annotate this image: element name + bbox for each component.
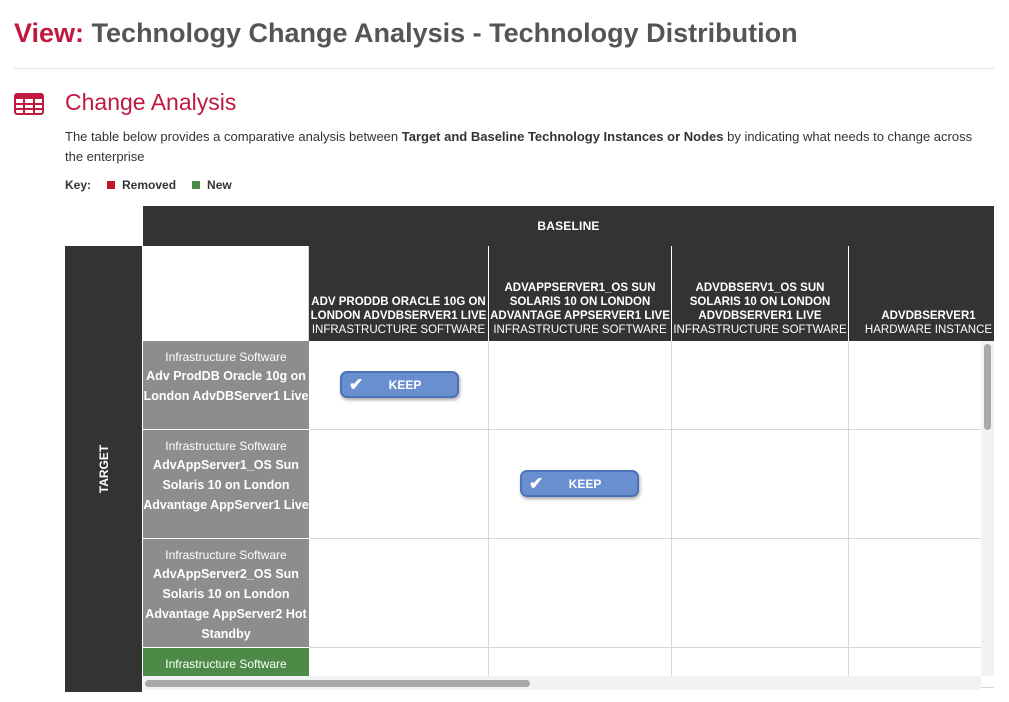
title-divider <box>14 68 994 69</box>
row-name: AdvAppServer1_OS Sun Solaris 10 on Londo… <box>143 458 309 512</box>
column-header-adv-proddb-oracle-10g-on-london-advdbserver1-live: Adv ProdDB Oracle 10g on London AdvDBSer… <box>309 246 489 341</box>
matrix-cell <box>849 341 994 430</box>
page-title: View: Technology Change Analysis - Techn… <box>14 18 798 49</box>
grid-corner <box>143 246 309 341</box>
column-name: AdvDBServ1_OS Sun Solaris 10 on London A… <box>689 282 831 322</box>
column-header-advdbserv1-os-sun-solaris-10-on-london-advdbserver1-live: AdvDBServ1_OS Sun Solaris 10 on London A… <box>672 246 849 341</box>
table-icon <box>14 93 44 115</box>
matrix-cell <box>672 430 849 539</box>
row-type: Infrastructure Software <box>165 439 287 453</box>
check-icon: ✔ <box>349 375 364 394</box>
legend-key: Key: Removed New <box>65 178 232 192</box>
column-name: Adv ProdDB Oracle 10g on London AdvDBSer… <box>310 296 487 322</box>
keep-button[interactable]: ✔ KEEP <box>520 470 639 497</box>
view-label: View: <box>14 18 85 48</box>
section-title: Change Analysis <box>65 89 237 115</box>
column-name: AdvDBServer1 <box>881 310 976 322</box>
keep-label: KEEP <box>388 377 422 392</box>
matrix-cell <box>489 539 672 648</box>
key-label: Key: <box>65 178 92 192</box>
check-icon: ✔ <box>529 474 544 493</box>
target-header: TARGET <box>65 246 142 692</box>
matrix-cell <box>672 341 849 430</box>
row-type: Infrastructure Software <box>165 657 287 671</box>
row-header: Infrastructure Software Adv ProdDB Oracle… <box>143 341 309 430</box>
horizontal-scroll-thumb[interactable] <box>145 680 530 687</box>
column-header-advappserver1-os-sun-solaris-10-on-london-advantage-appserver1-live: AdvAppServer1_OS Sun Solaris 10 on Londo… <box>489 246 672 341</box>
change-analysis-grid[interactable]: Adv ProdDB Oracle 10g on London AdvDBSer… <box>143 246 994 692</box>
row-header: Infrastructure Software AdvAppServer1_OS … <box>143 430 309 539</box>
matrix-cell <box>489 341 672 430</box>
key-item-new: New <box>192 178 232 192</box>
column-name: AdvAppServer1_OS Sun Solaris 10 on Londo… <box>490 282 670 322</box>
row-name: Adv ProdDB Oracle 10g on London AdvDBSer… <box>143 369 309 403</box>
matrix-cell <box>849 430 994 539</box>
baseline-header: BASELINE <box>143 206 994 246</box>
keep-label: KEEP <box>568 476 602 491</box>
view-name: Technology Change Analysis - Technology … <box>91 18 798 48</box>
matrix-cell <box>309 539 489 648</box>
row-type: Infrastructure Software <box>165 548 287 562</box>
keep-button[interactable]: ✔ KEEP <box>340 371 459 398</box>
row-type: Infrastructure Software <box>165 350 287 364</box>
section-description: The table below provides a comparative a… <box>65 129 973 164</box>
column-type: Hardware Instance <box>864 324 993 336</box>
matrix-cell <box>672 539 849 648</box>
row-name: AdvAppServer2_OS Sun Solaris 10 on Londo… <box>145 567 307 641</box>
vertical-scroll-thumb[interactable] <box>984 344 991 430</box>
matrix-cell <box>309 430 489 539</box>
matrix-cell <box>849 539 994 648</box>
row-header: Infrastructure Software AdvAppServer2_OS … <box>143 539 309 648</box>
new-swatch <box>192 181 201 189</box>
column-type: Infrastructure Software <box>311 324 486 336</box>
column-header-advdbserver1: AdvDBServer1 Hardware Instance <box>849 246 994 341</box>
matrix: Adv ProdDB Oracle 10g on London AdvDBSer… <box>143 246 994 688</box>
removed-swatch <box>107 181 116 189</box>
column-type: Infrastructure Software <box>493 324 667 336</box>
column-type: Infrastructure Software <box>673 324 847 336</box>
key-item-removed: Removed <box>107 178 176 192</box>
